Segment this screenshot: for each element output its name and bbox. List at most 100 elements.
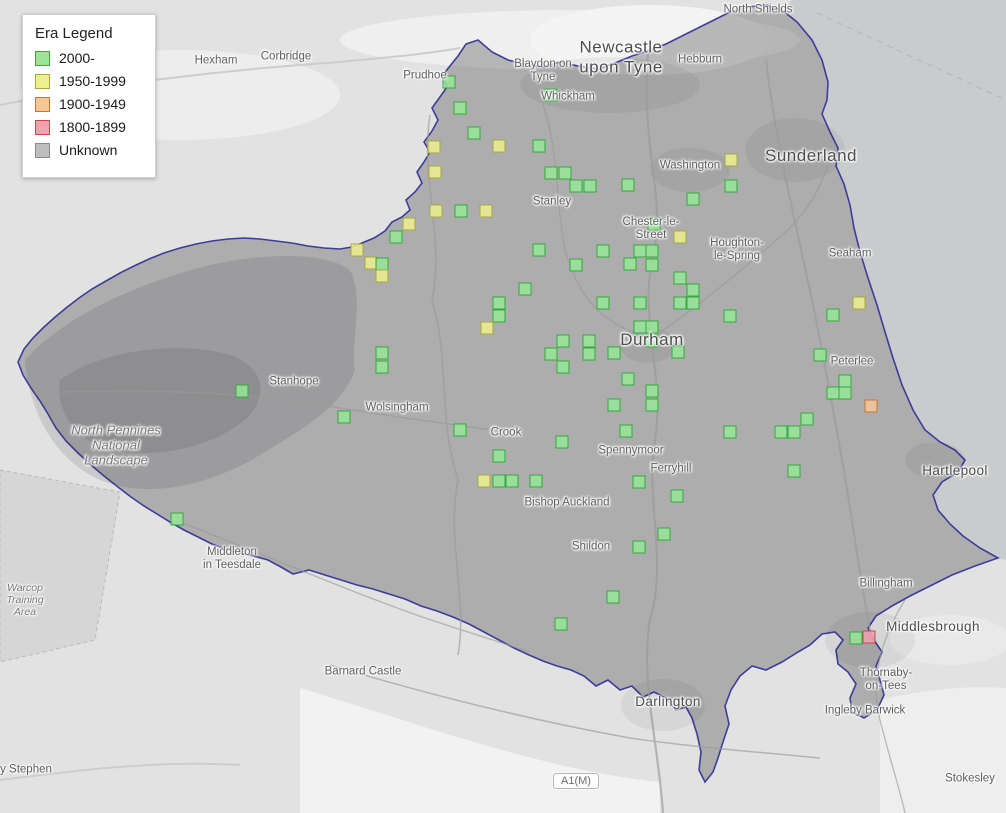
era-marker-y[interactable] [351,244,364,257]
road-badge-a1m: A1(M) [553,773,599,789]
era-marker-g[interactable] [607,591,620,604]
era-marker-g[interactable] [646,259,659,272]
era-marker-g[interactable] [674,297,687,310]
era-marker-g[interactable] [671,490,684,503]
era-marker-g[interactable] [493,310,506,323]
era-marker-g[interactable] [530,475,543,488]
era-marker-g[interactable] [608,399,621,412]
era-marker-g[interactable] [788,426,801,439]
era-marker-g[interactable] [583,348,596,361]
legend-item-1900-1949: 1900-1949 [35,96,143,112]
era-marker-g[interactable] [570,259,583,272]
era-marker-g[interactable] [443,76,456,89]
era-marker-g[interactable] [597,297,610,310]
era-marker-g[interactable] [390,231,403,244]
legend-item-unknown: Unknown [35,142,143,158]
era-marker-g[interactable] [646,245,659,258]
era-marker-g[interactable] [646,335,659,348]
era-marker-g[interactable] [648,218,661,231]
era-marker-y[interactable] [674,231,687,244]
era-marker-y[interactable] [403,218,416,231]
era-marker-g[interactable] [556,436,569,449]
era-marker-g[interactable] [724,426,737,439]
era-marker-g[interactable] [545,89,558,102]
era-marker-y[interactable] [480,205,493,218]
era-marker-g[interactable] [493,297,506,310]
era-marker-g[interactable] [557,335,570,348]
era-marker-g[interactable] [338,411,351,424]
era-marker-g[interactable] [839,387,852,400]
era-marker-g[interactable] [788,465,801,478]
era-marker-g[interactable] [622,179,635,192]
era-marker-g[interactable] [775,426,788,439]
legend-item-2000: 2000- [35,50,143,66]
era-marker-g[interactable] [584,180,597,193]
era-marker-g[interactable] [454,102,467,115]
era-marker-g[interactable] [658,528,671,541]
era-marker-g[interactable] [724,310,737,323]
era-marker-g[interactable] [622,373,635,386]
era-marker-y[interactable] [376,270,389,283]
era-marker-g[interactable] [545,167,558,180]
era-marker-y[interactable] [493,140,506,153]
era-marker-g[interactable] [376,361,389,374]
era-marker-g[interactable] [557,361,570,374]
era-marker-g[interactable] [570,180,583,193]
era-marker-g[interactable] [646,321,659,334]
era-marker-y[interactable] [853,297,866,310]
era-marker-g[interactable] [620,425,633,438]
map-canvas[interactable]: North ShieldsNewcastle upon TyneHebburnH… [0,0,1006,813]
era-marker-g[interactable] [454,424,467,437]
era-marker-g[interactable] [850,632,863,645]
era-marker-g[interactable] [545,348,558,361]
legend-label: 1800-1899 [59,119,126,135]
era-marker-g[interactable] [533,140,546,153]
era-marker-g[interactable] [468,127,481,140]
era-marker-g[interactable] [506,475,519,488]
era-marker-g[interactable] [687,193,700,206]
era-marker-g[interactable] [236,385,249,398]
era-marker-g[interactable] [725,180,738,193]
era-marker-g[interactable] [624,258,637,271]
era-marker-y[interactable] [481,322,494,335]
legend-swatch-y [35,74,50,89]
era-marker-g[interactable] [674,272,687,285]
era-marker-r[interactable] [863,631,876,644]
era-marker-g[interactable] [672,346,685,359]
era-marker-g[interactable] [827,309,840,322]
era-marker-g[interactable] [455,205,468,218]
legend-title: Era Legend [35,25,143,42]
era-marker-y[interactable] [478,475,491,488]
era-marker-g[interactable] [633,541,646,554]
era-marker-y[interactable] [428,141,441,154]
era-marker-g[interactable] [687,284,700,297]
era-marker-y[interactable] [430,205,443,218]
era-legend: Era Legend 2000-1950-19991900-19491800-1… [22,14,156,178]
era-marker-g[interactable] [608,347,621,360]
legend-swatch-r [35,120,50,135]
era-marker-g[interactable] [687,297,700,310]
era-marker-g[interactable] [493,475,506,488]
era-marker-g[interactable] [559,167,572,180]
era-marker-g[interactable] [493,450,506,463]
era-marker-g[interactable] [814,349,827,362]
era-marker-g[interactable] [646,399,659,412]
era-marker-y[interactable] [429,166,442,179]
era-marker-g[interactable] [519,283,532,296]
era-marker-g[interactable] [646,385,659,398]
legend-item-1800-1899: 1800-1899 [35,119,143,135]
legend-swatch-o [35,97,50,112]
era-marker-g[interactable] [801,413,814,426]
era-marker-y[interactable] [725,154,738,167]
era-marker-g[interactable] [583,335,596,348]
era-marker-g[interactable] [634,297,647,310]
era-marker-g[interactable] [171,513,184,526]
era-marker-g[interactable] [633,476,646,489]
era-marker-g[interactable] [555,618,568,631]
era-marker-o[interactable] [865,400,878,413]
era-marker-g[interactable] [533,244,546,257]
stokesley-patch [880,687,1006,813]
legend-label: 2000- [59,50,95,66]
era-marker-g[interactable] [376,347,389,360]
era-marker-g[interactable] [597,245,610,258]
